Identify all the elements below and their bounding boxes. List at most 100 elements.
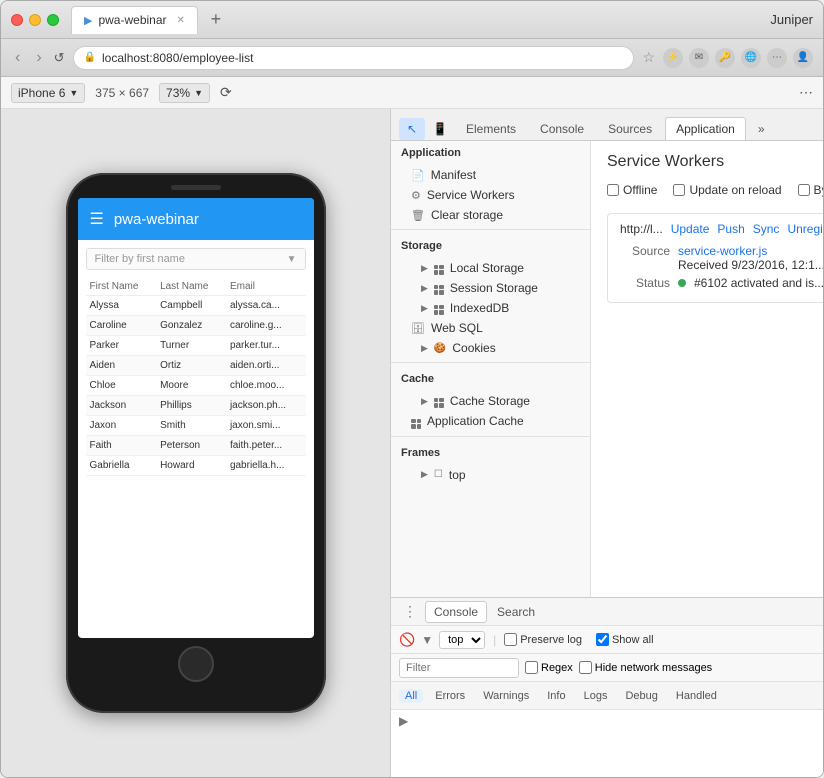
email-icon[interactable]: ✉ — [689, 48, 709, 68]
table-cell: faith.peter... — [226, 436, 306, 456]
regex-checkbox[interactable] — [525, 661, 538, 674]
sw-offline-option[interactable]: Offline — [607, 183, 657, 197]
devtools-more-tabs[interactable]: » — [750, 118, 773, 140]
table-cell: aiden.orti... — [226, 356, 306, 376]
back-button[interactable]: ‹ — [11, 47, 24, 69]
close-button[interactable] — [11, 14, 23, 26]
sidebar-item-session-storage[interactable]: ▶ Session Storage — [391, 278, 590, 298]
tab-sources[interactable]: Sources — [597, 117, 663, 140]
menu-icon[interactable]: ⋯ — [767, 48, 787, 68]
cache-storage-label: Cache Storage — [450, 394, 530, 408]
hide-network-checkbox[interactable] — [579, 661, 592, 674]
console-tab-search[interactable]: Search — [489, 602, 543, 622]
cache-storage-icon — [434, 394, 444, 408]
console-body: ▶ — [391, 710, 823, 777]
regex-label[interactable]: Regex — [525, 661, 573, 674]
service-workers-label: Service Workers — [427, 188, 515, 202]
level-all[interactable]: All — [399, 689, 423, 703]
new-tab-button[interactable]: + — [202, 6, 230, 34]
bookmark-icon[interactable]: ☆ — [642, 49, 655, 66]
maximize-button[interactable] — [47, 14, 59, 26]
hide-network-label[interactable]: Hide network messages — [579, 661, 712, 674]
extensions-icon[interactable]: ⚡ — [663, 48, 683, 68]
sidebar-item-indexeddb[interactable]: ▶ IndexedDB — [391, 298, 590, 318]
console-clear-icon[interactable]: 🚫 — [399, 632, 415, 648]
sw-update-link[interactable]: Update — [671, 222, 710, 236]
sidebar-section-cache: Cache — [391, 367, 590, 391]
tab-close-button[interactable]: ✕ — [177, 15, 185, 26]
sw-bypass-checkbox[interactable] — [798, 184, 810, 196]
clear-storage-label: Clear storage — [431, 208, 503, 222]
sidebar-item-local-storage[interactable]: ▶ Local Storage — [391, 258, 590, 278]
sidebar-item-cookies[interactable]: ▶ 🍪 Cookies — [391, 338, 590, 358]
level-warnings[interactable]: Warnings — [477, 689, 535, 703]
top-frame-label: top — [449, 468, 466, 482]
sw-update-option[interactable]: Update on reload — [673, 183, 781, 197]
console-more-button[interactable]: ⋮ — [397, 601, 423, 622]
tab-console[interactable]: Console — [529, 117, 595, 140]
filter-row[interactable]: Filter by first name ▼ — [86, 248, 306, 270]
lock-icon: 🔒 — [84, 52, 96, 63]
sidebar-item-service-workers[interactable]: ⚙ Service Workers — [391, 185, 590, 205]
sw-source-label: Source — [620, 244, 670, 258]
data-table: First Name Last Name Email AlyssaCampbel… — [86, 278, 306, 476]
level-debug[interactable]: Debug — [619, 689, 663, 703]
col-lastname: Last Name — [156, 278, 226, 296]
sw-status-dot — [678, 279, 686, 287]
hamburger-icon[interactable]: ☰ — [90, 209, 104, 229]
console-filter-toolbar: Regex Hide network messages — [391, 654, 823, 682]
url-text: localhost:8080/employee-list — [102, 51, 623, 65]
sw-sync-link[interactable]: Sync — [753, 222, 780, 236]
url-bar[interactable]: 🔒 localhost:8080/employee-list — [73, 46, 635, 70]
forward-button[interactable]: › — [32, 47, 45, 69]
sidebar-item-clear-storage[interactable]: 🗑 Clear storage — [391, 205, 590, 225]
console-expand-arrow[interactable]: ▶ — [399, 714, 408, 728]
sw-unregister-link[interactable]: Unregister — [787, 222, 823, 236]
user-name: Juniper — [770, 12, 813, 27]
tab-application[interactable]: Application — [665, 117, 746, 140]
level-handled[interactable]: Handled — [670, 689, 723, 703]
table-cell: Jaxon — [86, 416, 157, 436]
sw-push-link[interactable]: Push — [717, 222, 744, 236]
sw-bypass-option[interactable]: Bypass — [798, 183, 823, 197]
browser-tab[interactable]: ▶ pwa-webinar ✕ — [71, 6, 198, 34]
level-errors[interactable]: Errors — [429, 689, 471, 703]
level-info[interactable]: Info — [541, 689, 571, 703]
reload-button[interactable]: ↺ — [54, 50, 65, 66]
browser-window: ▶ pwa-webinar ✕ + Juniper ‹ › ↺ 🔒 localh… — [0, 0, 824, 778]
minimize-button[interactable] — [29, 14, 41, 26]
device-dropdown-icon: ▼ — [69, 88, 78, 98]
show-all-label[interactable]: Show all — [596, 633, 654, 646]
security-icon[interactable]: 🔑 — [715, 48, 735, 68]
device-selector[interactable]: iPhone 6 ▼ — [11, 83, 85, 103]
sw-update-label: Update on reload — [689, 183, 781, 197]
sw-offline-checkbox[interactable] — [607, 184, 619, 196]
pointer-tool[interactable]: ↖ — [399, 118, 425, 140]
sidebar-item-manifest[interactable]: 📄 Manifest — [391, 165, 590, 185]
show-all-checkbox[interactable] — [596, 633, 609, 646]
preserve-log-checkbox[interactable] — [504, 633, 517, 646]
console-tab-console[interactable]: Console — [425, 601, 487, 623]
context-selector[interactable]: top — [439, 631, 485, 649]
sidebar-item-cache-storage[interactable]: ▶ Cache Storage — [391, 391, 590, 411]
sw-source-link[interactable]: service-worker.js — [678, 244, 767, 258]
console-filter-input[interactable] — [399, 658, 519, 678]
iphone-home-button[interactable] — [178, 646, 214, 682]
sw-update-checkbox[interactable] — [673, 184, 685, 196]
sidebar-item-application-cache[interactable]: Application Cache — [391, 411, 590, 432]
rotate-icon[interactable]: ⟳ — [220, 84, 232, 101]
tab-elements[interactable]: Elements — [455, 117, 527, 140]
expand-session-storage-icon: ▶ — [421, 283, 428, 294]
device-tool[interactable]: 📱 — [427, 118, 453, 140]
table-cell: Moore — [156, 376, 226, 396]
globe-icon[interactable]: 🌐 — [741, 48, 761, 68]
device-zoom-selector[interactable]: 73% ▼ — [159, 83, 210, 103]
sidebar-item-web-sql[interactable]: 🗄 Web SQL — [391, 318, 590, 338]
table-cell: Gonzalez — [156, 316, 226, 336]
sw-options-row: Offline Update on reload Bypass — [607, 183, 823, 197]
level-logs[interactable]: Logs — [578, 689, 614, 703]
sidebar-item-top[interactable]: ▶ ☐ top — [391, 465, 590, 485]
profile-icon[interactable]: 👤 — [793, 48, 813, 68]
preserve-log-label[interactable]: Preserve log — [504, 633, 582, 646]
device-more-button[interactable]: ⋯ — [799, 84, 813, 101]
